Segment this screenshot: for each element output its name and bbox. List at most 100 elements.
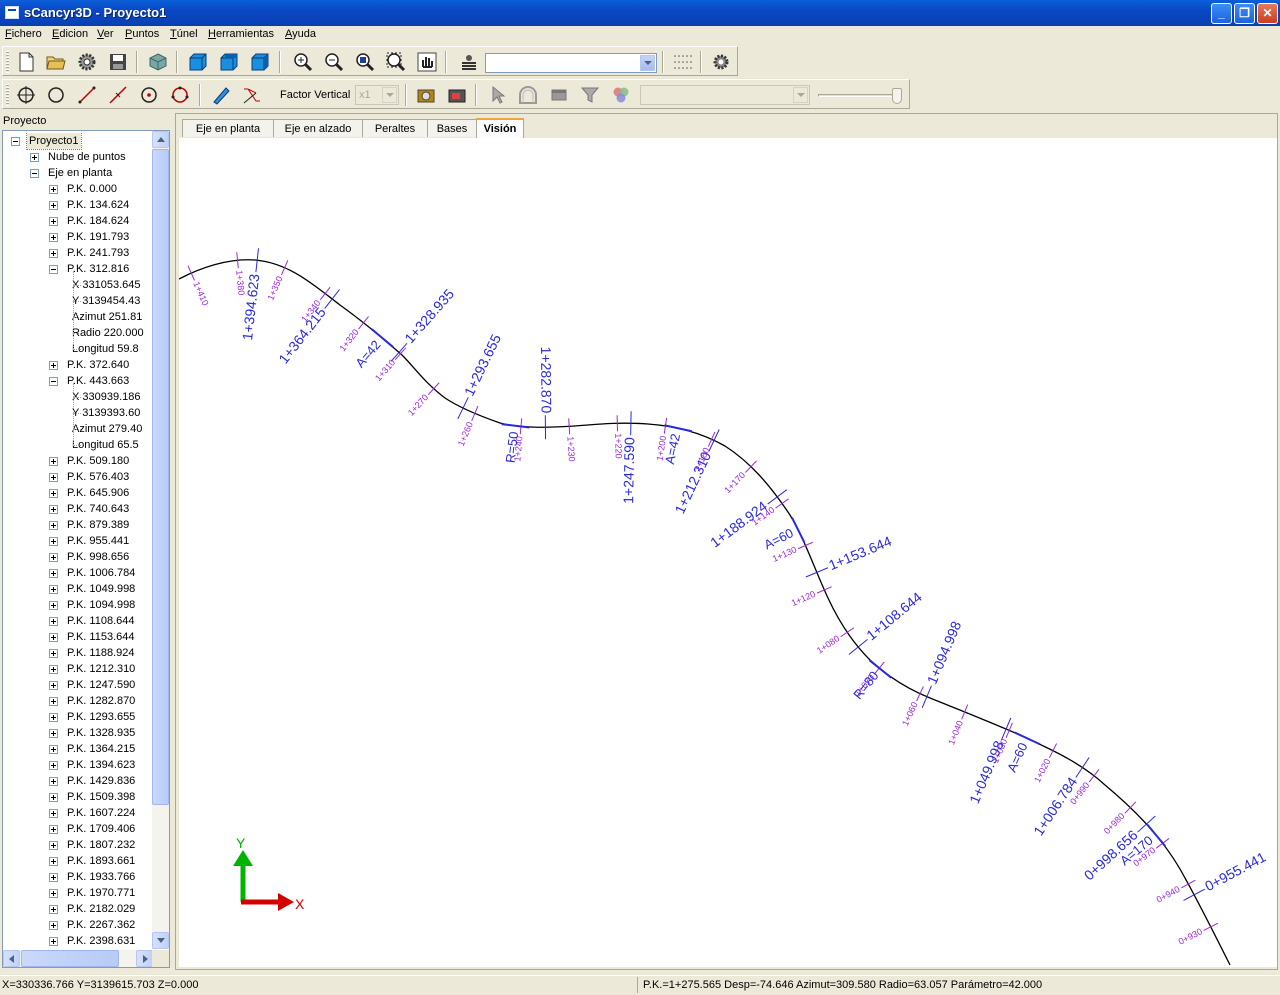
- view-cube-top-icon[interactable]: [217, 50, 241, 74]
- expand-plus-icon[interactable]: [49, 201, 58, 210]
- expand-plus-icon[interactable]: [49, 553, 58, 562]
- circle-three-points-icon[interactable]: [168, 83, 192, 107]
- alignment-drawing[interactable]: 1+394.6231+364.2151+328.9351+293.6551+28…: [179, 138, 1277, 967]
- collapse-minus-icon[interactable]: [30, 169, 39, 178]
- panel-view-icon[interactable]: [547, 83, 571, 107]
- expand-plus-icon[interactable]: [49, 233, 58, 242]
- tunnel-section-icon[interactable]: [516, 83, 540, 107]
- expand-plus-icon[interactable]: [49, 585, 58, 594]
- save-icon[interactable]: [106, 50, 130, 74]
- menu-ver[interactable]: Ver: [97, 28, 114, 40]
- chevron-down-icon[interactable]: [793, 87, 808, 103]
- toolbar-grip[interactable]: [6, 84, 9, 106]
- expand-plus-icon[interactable]: [49, 889, 58, 898]
- zoom-out-icon[interactable]: [322, 50, 346, 74]
- chevron-down-icon[interactable]: [382, 87, 397, 103]
- crosshair-point-icon[interactable]: [14, 83, 38, 107]
- tab-vision[interactable]: Visión: [476, 118, 524, 138]
- expand-plus-icon[interactable]: [49, 537, 58, 546]
- scroll-thumb[interactable]: [21, 950, 119, 967]
- expand-plus-icon[interactable]: [49, 729, 58, 738]
- expand-plus-icon[interactable]: [49, 617, 58, 626]
- zoom-in-icon[interactable]: [291, 50, 315, 74]
- collapse-minus-icon[interactable]: [49, 377, 58, 386]
- expand-plus-icon[interactable]: [49, 521, 58, 530]
- transparency-slider[interactable]: [818, 88, 904, 104]
- alignment-view-canvas[interactable]: 1+394.6231+364.2151+328.9351+293.6551+28…: [179, 138, 1277, 967]
- tab-eje-en-alzado[interactable]: Eje en alzado: [273, 119, 363, 137]
- expand-plus-icon[interactable]: [49, 793, 58, 802]
- scroll-thumb[interactable]: [152, 149, 169, 805]
- measure-ruler-icon[interactable]: [209, 83, 233, 107]
- options-gear-icon[interactable]: [709, 50, 733, 74]
- expand-plus-icon[interactable]: [49, 361, 58, 370]
- expand-plus-icon[interactable]: [49, 761, 58, 770]
- zoom-extents-icon[interactable]: [384, 50, 408, 74]
- expand-plus-icon[interactable]: [49, 873, 58, 882]
- settings-gear-icon[interactable]: [75, 50, 99, 74]
- scroll-down-button[interactable]: [152, 932, 169, 949]
- expand-plus-icon[interactable]: [49, 921, 58, 930]
- expand-plus-icon[interactable]: [49, 697, 58, 706]
- color-circles-icon[interactable]: [609, 83, 633, 107]
- expand-plus-icon[interactable]: [49, 937, 58, 946]
- expand-plus-icon[interactable]: [49, 905, 58, 914]
- expand-plus-icon[interactable]: [49, 217, 58, 226]
- color-select[interactable]: [640, 85, 810, 105]
- expand-plus-icon[interactable]: [49, 809, 58, 818]
- expand-plus-icon[interactable]: [49, 489, 58, 498]
- expand-plus-icon[interactable]: [49, 633, 58, 642]
- expand-plus-icon[interactable]: [49, 473, 58, 482]
- expand-plus-icon[interactable]: [49, 841, 58, 850]
- tree-horizontal-scrollbar[interactable]: [3, 950, 153, 967]
- open-folder-icon[interactable]: [44, 50, 68, 74]
- circle-tool-icon[interactable]: [44, 83, 68, 107]
- slider-thumb[interactable]: [892, 88, 902, 104]
- chevron-down-icon[interactable]: [640, 55, 655, 71]
- expand-plus-icon[interactable]: [49, 505, 58, 514]
- expand-plus-icon[interactable]: [49, 569, 58, 578]
- tab-peraltes[interactable]: Peraltes: [362, 119, 428, 137]
- expand-plus-icon[interactable]: [49, 249, 58, 258]
- minimize-button[interactable]: _: [1211, 3, 1232, 24]
- menu-puntos[interactable]: Puntos: [125, 28, 159, 40]
- expand-plus-icon[interactable]: [49, 713, 58, 722]
- new-file-icon[interactable]: [14, 50, 38, 74]
- close-button[interactable]: ✕: [1257, 3, 1278, 24]
- layers-tool-icon[interactable]: [457, 50, 481, 74]
- pan-hand-icon[interactable]: [415, 50, 439, 74]
- select-pointer-icon[interactable]: [485, 83, 509, 107]
- menu-ayuda[interactable]: Ayuda: [285, 28, 316, 40]
- scroll-left-button[interactable]: [3, 950, 20, 967]
- menu-edicion[interactable]: Edicion: [52, 28, 88, 40]
- filter-funnel-icon[interactable]: [578, 83, 602, 107]
- circle-center-icon[interactable]: [137, 83, 161, 107]
- expand-plus-icon[interactable]: [49, 665, 58, 674]
- solid-cube-icon[interactable]: [146, 50, 170, 74]
- scroll-up-button[interactable]: [152, 131, 169, 148]
- tab-eje-en-planta[interactable]: Eje en planta: [182, 119, 274, 137]
- tree-vertical-scrollbar[interactable]: [152, 131, 169, 949]
- polyline-tool-icon[interactable]: [240, 83, 264, 107]
- factor-vertical-select[interactable]: x1: [355, 85, 399, 105]
- menu-tunel[interactable]: Túnel: [170, 28, 198, 40]
- zoom-window-icon[interactable]: [353, 50, 377, 74]
- grid-dots-icon[interactable]: [670, 50, 694, 74]
- expand-plus-icon[interactable]: [49, 825, 58, 834]
- collapse-minus-icon[interactable]: [11, 137, 20, 146]
- camera-snapshot-icon[interactable]: [414, 83, 438, 107]
- line-perpendicular-icon[interactable]: [106, 83, 130, 107]
- camera-render-icon[interactable]: [445, 83, 469, 107]
- expand-plus-icon[interactable]: [49, 681, 58, 690]
- restore-button[interactable]: ❐: [1234, 3, 1255, 24]
- layer-select[interactable]: [485, 53, 657, 73]
- expand-plus-icon[interactable]: [49, 649, 58, 658]
- view-cube-side-icon[interactable]: [248, 50, 272, 74]
- line-tool-icon[interactable]: [75, 83, 99, 107]
- menu-fichero[interactable]: Fichero: [5, 28, 42, 40]
- expand-plus-icon[interactable]: [30, 153, 39, 162]
- expand-plus-icon[interactable]: [49, 457, 58, 466]
- menu-herramientas[interactable]: Herramientas: [208, 28, 274, 40]
- tab-bases[interactable]: Bases: [427, 119, 477, 137]
- toolbar-grip[interactable]: [6, 51, 9, 73]
